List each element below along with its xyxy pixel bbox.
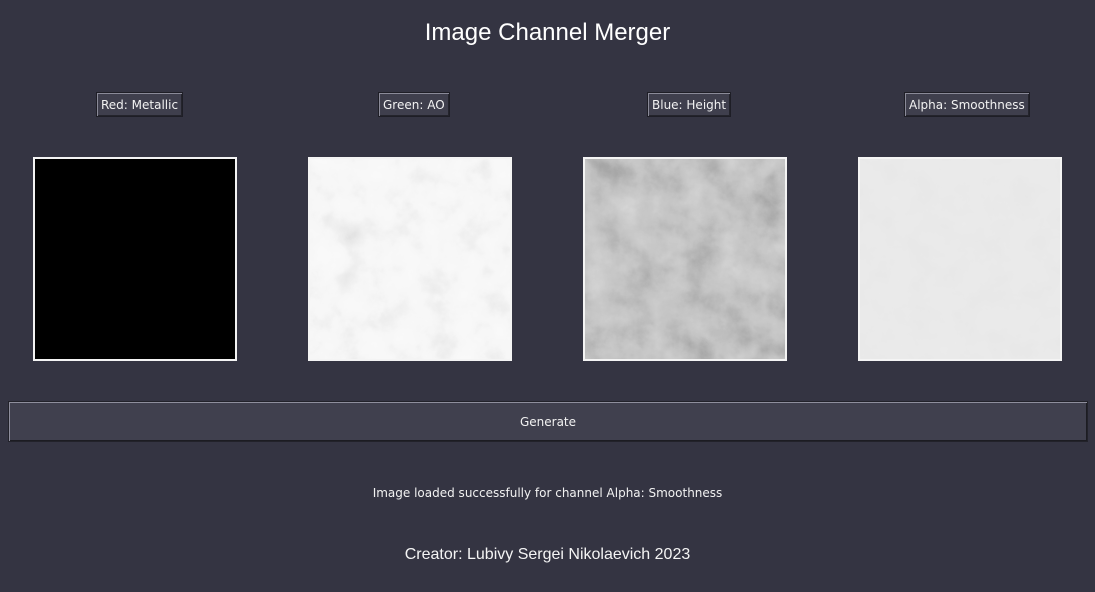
red-channel-preview: [33, 157, 237, 361]
load-red-channel-button[interactable]: Red: Metallic: [96, 92, 184, 117]
status-message: Image loaded successfully for channel Al…: [372, 486, 723, 500]
creator-credit: Creator: Lubivy Sergei Nikolaevich 2023: [404, 546, 691, 563]
blue-texture-image: [585, 159, 785, 359]
blue-channel-preview: [583, 157, 787, 361]
load-green-channel-button[interactable]: Green: AO: [378, 92, 450, 117]
green-texture-image: [310, 159, 510, 359]
load-alpha-channel-button[interactable]: Alpha: Smoothness: [904, 92, 1030, 117]
alpha-channel-preview: [858, 157, 1062, 361]
load-blue-channel-button[interactable]: Blue: Height: [647, 92, 732, 117]
app-title: Image Channel Merger: [424, 19, 671, 46]
alpha-texture-image: [860, 159, 1060, 359]
green-channel-preview: [308, 157, 512, 361]
generate-button[interactable]: Generate: [8, 401, 1088, 442]
app-window: Image Channel Merger Red: Metallic Green…: [0, 0, 1095, 592]
